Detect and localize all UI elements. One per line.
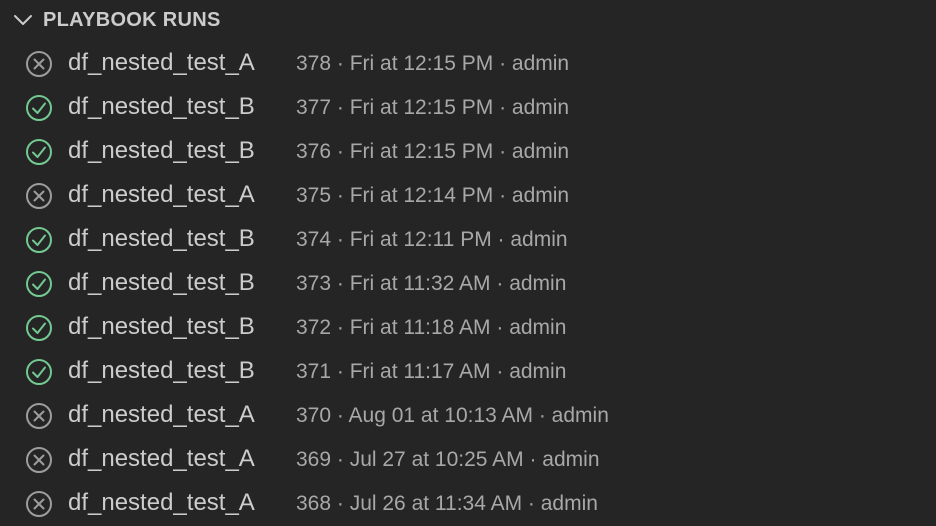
playbook-run-description: 373 · Fri at 11:32 AM · admin [296, 272, 567, 295]
playbook-run-description: 368 · Jul 26 at 11:34 AM · admin [296, 492, 598, 515]
playbook-run-name: df_nested_test_B [68, 137, 255, 164]
playbook-run-description: 369 · Jul 27 at 10:25 AM · admin [296, 448, 600, 471]
section-title: PLAYBOOK RUNS [43, 9, 221, 31]
circle-x-icon [26, 491, 52, 517]
playbook-run-name: df_nested_test_B [68, 225, 255, 252]
circle-x-icon [26, 403, 52, 429]
playbook-runs-panel: PLAYBOOK RUNS df_nested_test_A 378 · Fri … [0, 0, 936, 520]
playbook-run-item[interactable]: df_nested_test_B 374 · Fri at 12:11 PM · … [0, 218, 936, 262]
playbook-run-description: 378 · Fri at 12:15 PM · admin [296, 52, 570, 75]
playbook-run-item[interactable]: df_nested_test_B 372 · Fri at 11:18 AM · … [0, 306, 936, 350]
playbook-run-description: 370 · Aug 01 at 10:13 AM · admin [296, 404, 609, 427]
playbook-run-description: 376 · Fri at 12:15 PM · admin [296, 140, 570, 163]
circle-x-icon [26, 51, 52, 77]
playbook-run-name: df_nested_test_A [68, 401, 255, 428]
circle-check-icon [26, 227, 52, 253]
playbook-run-description: 372 · Fri at 11:18 AM · admin [296, 316, 567, 339]
playbook-run-item[interactable]: df_nested_test_A 370 · Aug 01 at 10:13 AM… [0, 394, 936, 438]
circle-x-icon [26, 183, 52, 209]
playbook-run-name: df_nested_test_B [68, 93, 255, 120]
playbook-run-item[interactable]: df_nested_test_B 371 · Fri at 11:17 AM · … [0, 350, 936, 394]
playbook-run-name: df_nested_test_A [68, 489, 255, 516]
playbook-run-name: df_nested_test_A [68, 445, 255, 472]
playbook-run-name: df_nested_test_B [68, 357, 255, 384]
playbook-runs-section-header[interactable]: PLAYBOOK RUNS [0, 0, 936, 40]
playbook-run-description: 371 · Fri at 11:17 AM · admin [296, 360, 567, 383]
circle-check-icon [26, 95, 52, 121]
playbook-run-name: df_nested_test_A [68, 49, 255, 76]
playbook-run-item[interactable]: df_nested_test_A 369 · Jul 27 at 10:25 AM… [0, 438, 936, 482]
circle-check-icon [26, 315, 52, 341]
playbook-run-name: df_nested_test_A [68, 181, 255, 208]
circle-check-icon [26, 271, 52, 297]
playbook-run-item[interactable]: df_nested_test_B 376 · Fri at 12:15 PM · … [0, 130, 936, 174]
circle-check-icon [26, 139, 52, 165]
playbook-run-item[interactable]: df_nested_test_A 375 · Fri at 12:14 PM · … [0, 174, 936, 218]
playbook-run-list: df_nested_test_A 378 · Fri at 12:15 PM · … [0, 42, 936, 526]
chevron-down-icon[interactable] [12, 11, 34, 29]
playbook-run-item[interactable]: df_nested_test_A 368 · Jul 26 at 11:34 AM… [0, 482, 936, 526]
playbook-run-item[interactable]: df_nested_test_B 373 · Fri at 11:32 AM · … [0, 262, 936, 306]
playbook-run-description: 374 · Fri at 12:11 PM · admin [296, 228, 568, 251]
circle-x-icon [26, 447, 52, 473]
playbook-run-item[interactable]: df_nested_test_B 377 · Fri at 12:15 PM · … [0, 86, 936, 130]
circle-check-icon [26, 359, 52, 385]
playbook-run-item[interactable]: df_nested_test_A 378 · Fri at 12:15 PM · … [0, 42, 936, 86]
playbook-run-name: df_nested_test_B [68, 313, 255, 340]
playbook-run-description: 375 · Fri at 12:14 PM · admin [296, 184, 570, 207]
playbook-run-description: 377 · Fri at 12:15 PM · admin [296, 96, 570, 119]
playbook-run-name: df_nested_test_B [68, 269, 255, 296]
